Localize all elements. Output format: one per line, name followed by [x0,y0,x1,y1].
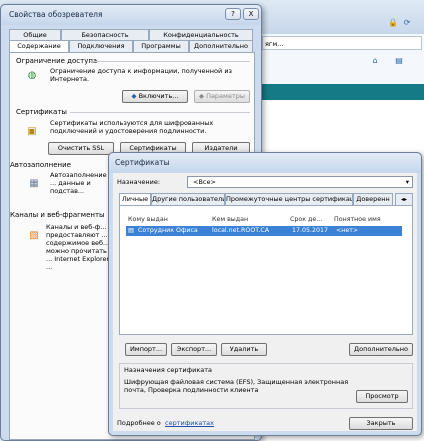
cell-issued-by: local.net.ROOT.CA [212,227,270,234]
view-button[interactable]: Просмотр [356,390,408,403]
column-expiration[interactable]: Срок де... [290,214,322,225]
tab-scroll-arrows[interactable]: ◂▸ [395,193,413,205]
refresh-icon[interactable]: ⟳ [402,18,412,28]
column-issued-to[interactable]: Кому выдан [128,214,168,225]
purpose-label: Назначение: [117,178,161,186]
cell-issued-to: Сотрудник Офиса [138,227,198,234]
divider [90,61,250,62]
titlebar: Свойства обозревателя ? X [1,5,261,25]
page-accent-strip [260,84,424,100]
enable-label: Включить... [138,92,179,100]
column-friendly-name[interactable]: Понятное имя [334,214,381,225]
column-issued-by[interactable]: Кем выдан [212,214,248,225]
tab-other-people[interactable]: Другие пользователи [151,193,225,205]
dialog-title: Сертификаты [115,158,170,167]
clear-ssl-button[interactable]: Очистить SSL [48,142,114,155]
enable-button[interactable]: ◆ Включить... [122,90,188,103]
export-button[interactable]: Экспорт... [171,343,217,356]
home-icon[interactable]: ⌂ [370,56,380,66]
settings-button: ◆ Параметры [194,90,250,103]
import-button[interactable]: Импорт... [125,343,167,356]
chevron-down-icon: ▾ [405,178,409,186]
tab-personal[interactable]: Личные [119,193,151,205]
shield-icon: ◆ [198,92,207,100]
tab-programs[interactable]: Программы [133,40,189,52]
table-row[interactable]: ▤ Сотрудник Офиса local.net.ROOT.CA 17.0… [126,226,402,236]
advanced-button[interactable]: Дополнительно [349,343,413,356]
learn-more-prefix: Подробнее о [117,419,161,427]
purpose-select[interactable]: <Все> ▾ [187,176,413,188]
chevron-right-icon: ▸ [404,196,408,203]
window-title: Свойства обозревателя [9,10,103,19]
feed-icon: ▧ [29,229,39,241]
purposes-text: Шифрующая файловая система (EFS), Защище… [124,378,349,394]
certificates-dialog: Сертификаты Назначение: <Все> ▾ Личные Д… [108,152,422,436]
purposes-group: Назначения сертификата Шифрующая файлова… [119,363,413,409]
purposes-heading: Назначения сертификата [124,366,213,374]
certificate-icon: ▤ [128,227,134,234]
lock-icon: 🔒 [388,18,398,27]
purpose-value: <Все> [193,178,216,186]
close-dialog-button[interactable]: Закрыть [349,417,413,430]
tab-intermediate-ca[interactable]: Промежуточные центры сертификации [225,193,353,205]
remove-button[interactable]: Удалить [221,343,267,356]
globe-icon: ◍ [27,69,37,81]
certificates-text: Сертификаты используются для шифрованных… [50,119,214,135]
close-button[interactable]: X [243,8,259,20]
tab-connections[interactable]: Подключения [69,40,133,52]
help-button[interactable]: ? [225,8,241,20]
content-advisor-text: Ограничение доступа к информации, получе… [50,67,233,83]
autocomplete-icon: ▦ [29,177,39,189]
feeds-text: Каналы и веб-ф... предоставляют ... соде… [46,223,110,271]
browser-menu-fragment[interactable]: ягм... [265,40,283,48]
tab-content[interactable]: Содержание [9,40,69,52]
cell-expiration: 17.05.2017 [292,227,329,234]
divider [70,112,250,113]
shield-icon: ◆ [131,92,139,100]
browser-menubar: ягм... [262,36,422,50]
content-advisor-heading: Ограничение доступа [16,57,98,65]
autocomplete-text: Автозаполнение ... данные и подстав... [50,171,107,195]
learn-more-link[interactable]: сертификатах [165,419,214,427]
feed-icon[interactable]: ▤ [394,56,404,66]
settings-label: Параметры [206,92,245,100]
feeds-heading: Каналы и веб-фрагменты [10,211,105,219]
cell-friendly-name: <нет> [336,227,359,234]
autocomplete-heading: Автозаполнение [10,161,71,169]
titlebar: Сертификаты [109,153,421,173]
certificate-icon: ▣ [27,125,37,137]
tab-trusted-root[interactable]: Доверенн [353,193,393,205]
tab-advanced[interactable]: Дополнительно [189,40,253,52]
dialog-body: Назначение: <Все> ▾ Личные Другие пользо… [113,173,417,431]
certificates-heading: Сертификаты [16,108,67,116]
certificate-list: Кому выдан Кем выдан Срок де... Понятное… [119,205,413,335]
